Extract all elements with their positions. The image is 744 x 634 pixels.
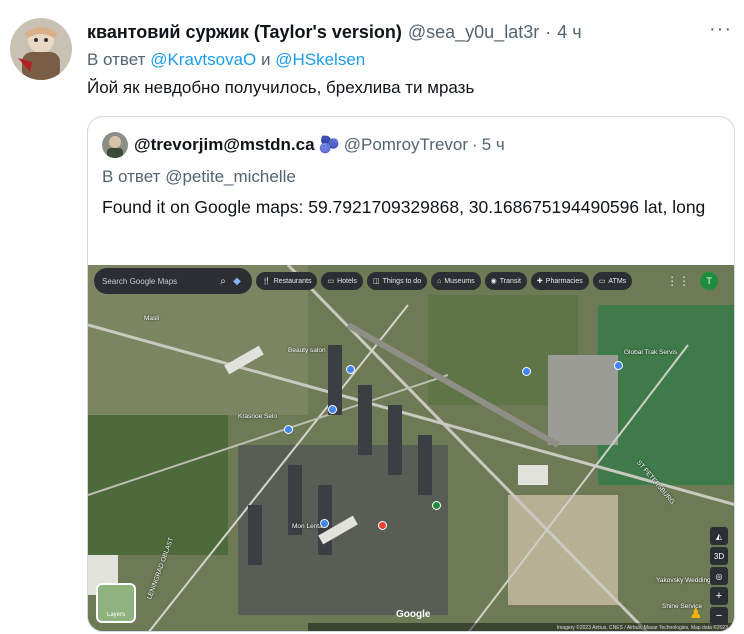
restaurant-icon: 🍴	[262, 278, 271, 285]
apps-grid-icon[interactable]: ⋮⋮	[666, 274, 690, 288]
museum-icon: ⌂	[437, 277, 442, 285]
place-label-yakovsky[interactable]: Yakovsky Wedding	[656, 577, 711, 584]
reply-and: и	[261, 50, 271, 69]
transit-icon: ◉	[490, 278, 497, 285]
directions-icon[interactable]: ◆	[230, 276, 244, 287]
author-name[interactable]: квантовий суржик (Taylor's version)	[87, 22, 402, 43]
tilt-3d-button[interactable]: 3D	[710, 547, 728, 565]
satellite-imagery	[88, 265, 734, 631]
chip-label: Restaurants	[273, 277, 312, 285]
tweet-header: квантовий суржик (Taylor's version) @sea…	[87, 18, 732, 44]
layers-button[interactable]: Layers	[96, 583, 136, 623]
reply-user-link[interactable]: @HSkelsen	[275, 50, 365, 69]
chip-hotels[interactable]: ▭ Hotels	[321, 272, 363, 290]
map-pin[interactable]	[522, 367, 531, 376]
place-label-krasnoe[interactable]: Krasnoe Selo	[238, 413, 277, 420]
place-label-beauty[interactable]: Beauty salon	[288, 347, 326, 354]
quote-author-handle[interactable]: @PomroyTrevor	[344, 135, 468, 155]
tweet-text: Йой як невдобно получилось, брехлива ти …	[87, 78, 475, 97]
quote-reply-user: @petite_michelle	[165, 167, 296, 186]
place-label-global-trak[interactable]: Global Trak Servis	[624, 349, 677, 356]
pegman-icon[interactable]: ♟	[689, 605, 702, 622]
google-logo: Google	[396, 609, 431, 620]
search-icon[interactable]: ⌕	[216, 276, 230, 287]
map-search-input[interactable]: Search Google Maps ⌕ ◆	[94, 268, 252, 294]
place-label-masli[interactable]: Masli	[144, 315, 159, 322]
time-separator: ·	[472, 135, 478, 154]
zoom-out-button[interactable]: −	[710, 607, 728, 625]
map-screenshot[interactable]: Search Google Maps ⌕ ◆ 🍴 Restaurants ▭ Hot…	[88, 265, 734, 631]
chip-transit[interactable]: ◉ Transit	[484, 272, 527, 290]
compass-icon[interactable]: ◭	[710, 527, 728, 545]
zoom-in-button[interactable]: +	[710, 587, 728, 605]
user-account-badge[interactable]: T	[700, 272, 719, 290]
chip-label: Hotels	[337, 277, 357, 285]
hotel-icon: ▭	[327, 278, 335, 285]
atm-icon: ▭	[598, 278, 606, 285]
quote-avatar[interactable]	[102, 132, 128, 158]
quote-author-name[interactable]: @trevorjim@mstdn.ca	[134, 135, 315, 155]
chip-label: Things to do	[382, 277, 422, 285]
pharmacy-icon: ✚	[536, 278, 543, 285]
reply-context: В ответ @KravtsovaO и @HSkelsen	[87, 50, 365, 70]
chip-pharmacies[interactable]: ✚ Pharmacies	[530, 272, 589, 290]
map-pin[interactable]	[328, 405, 337, 414]
chip-label: Pharmacies	[545, 277, 583, 285]
chip-restaurants[interactable]: 🍴 Restaurants	[256, 272, 318, 290]
map-toolbar: Search Google Maps ⌕ ◆ 🍴 Restaurants ▭ Hot…	[88, 265, 734, 297]
chip-label: ATMs	[608, 277, 627, 285]
map-pin[interactable]	[378, 521, 387, 530]
chip-atms[interactable]: ▭ ATMs	[592, 272, 633, 290]
chip-things-to-do[interactable]: ◫ Things to do	[366, 272, 428, 290]
avatar[interactable]	[10, 18, 72, 80]
map-search-placeholder: Search Google Maps	[102, 276, 178, 286]
more-icon[interactable]: ···	[709, 18, 732, 41]
chip-label: Transit	[499, 277, 521, 285]
author-handle[interactable]: @sea_y0u_lat3r	[408, 22, 539, 43]
map-pin[interactable]	[346, 365, 355, 374]
quote-reply-prefix: В ответ	[102, 167, 161, 186]
quoted-tweet[interactable]: @trevorjim@mstdn.ca 🫐 @PomroyTrevor · 5 …	[87, 116, 735, 632]
quote-text: Found it on Google maps: 59.792170932986…	[102, 197, 706, 217]
reply-user-link[interactable]: @KravtsovaO	[150, 50, 256, 69]
reply-prefix: В ответ	[87, 50, 146, 69]
time-separator: ·	[545, 21, 552, 42]
place-label-lenta[interactable]: Mon Lenta	[292, 523, 323, 530]
quote-header: @trevorjim@mstdn.ca 🫐 @PomroyTrevor · 5 …	[102, 131, 505, 159]
map-pin[interactable]	[432, 501, 441, 510]
my-location-icon[interactable]: ◎	[710, 567, 728, 585]
things-icon: ◫	[372, 278, 380, 285]
map-attribution: Imagery ©2023 Airbus, CNES / Airbus, Max…	[308, 623, 734, 631]
chip-museums[interactable]: ⌂ Museums	[431, 272, 481, 290]
quote-reply-context: В ответ @petite_michelle	[102, 167, 296, 187]
quote-time: 5 ч	[481, 135, 505, 154]
tweet-time[interactable]: 4 ч	[557, 22, 581, 43]
blueberry-icon: 🫐	[318, 135, 340, 154]
chip-label: Museums	[444, 277, 475, 285]
map-pin[interactable]	[284, 425, 293, 434]
map-pin[interactable]	[614, 361, 623, 370]
